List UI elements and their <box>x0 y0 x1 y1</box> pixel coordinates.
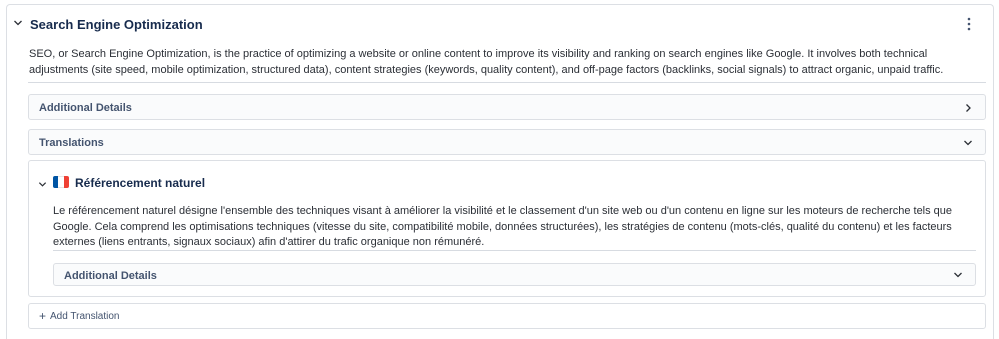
divider <box>53 250 976 251</box>
translation-additional-details-label: Additional Details <box>64 270 157 282</box>
translations-panel[interactable]: Translations <box>28 129 986 155</box>
translation-additional-details-panel[interactable]: Additional Details <box>53 263 976 286</box>
translations-label: Translations <box>39 137 104 149</box>
section-header[interactable]: Search Engine Optimization <box>7 5 993 43</box>
chevron-down-icon[interactable] <box>963 138 973 148</box>
additional-details-label: Additional Details <box>39 102 132 114</box>
chevron-down-icon[interactable] <box>38 180 47 189</box>
chevron-down-icon[interactable] <box>13 18 23 28</box>
translation-item: Référencement naturel Le référencement n… <box>28 160 986 297</box>
divider <box>28 82 986 83</box>
seo-section-card: Search Engine Optimization SEO, or Searc… <box>6 4 994 339</box>
translation-title: Référencement naturel <box>75 176 206 190</box>
section-title: Search Engine Optimization <box>30 17 203 32</box>
translation-description: Le référencement naturel désigne l'ensem… <box>53 205 953 248</box>
add-translation-button[interactable]: + Add Translation <box>28 303 986 329</box>
add-translation-label: Add Translation <box>50 311 120 322</box>
plus-icon: + <box>39 309 47 323</box>
chevron-down-icon[interactable] <box>953 270 963 280</box>
section-description: SEO, or Search Engine Optimization, is t… <box>29 48 944 76</box>
france-flag-icon <box>53 176 69 188</box>
additional-details-panel[interactable]: Additional Details <box>28 94 986 120</box>
chevron-right-icon[interactable] <box>963 103 973 113</box>
more-vertical-icon[interactable] <box>961 15 977 33</box>
